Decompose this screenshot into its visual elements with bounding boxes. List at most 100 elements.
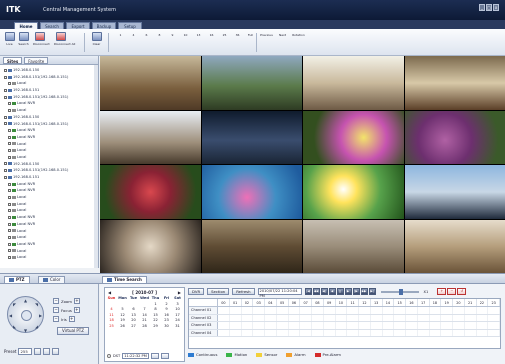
speed-slider-handle[interactable] — [398, 288, 403, 295]
timeline-hour-cell[interactable] — [453, 329, 465, 336]
tab-favorite[interactable]: Favorite — [24, 57, 49, 64]
tree-item[interactable]: Local — [3, 228, 95, 235]
timeline-hour-cell[interactable] — [336, 329, 348, 336]
tab-backup[interactable]: Backup — [92, 22, 116, 29]
layout-button[interactable]: 6 — [140, 32, 250, 97]
timeline-hour-cell[interactable] — [477, 307, 489, 314]
fast-forward-button[interactable]: ▶▶ — [360, 288, 368, 295]
expand-icon[interactable] — [8, 129, 11, 133]
timeline-hour-cell[interactable] — [230, 329, 242, 336]
timeline-hour-cell[interactable] — [359, 314, 371, 321]
expand-icon[interactable] — [4, 122, 7, 126]
timeline-hour-cell[interactable] — [324, 329, 336, 336]
close-button[interactable]: x — [493, 4, 499, 11]
timeline-hour-cell[interactable] — [477, 314, 489, 321]
tab-color[interactable]: Color — [38, 276, 66, 284]
layout-button[interactable]: 8 — [153, 32, 263, 97]
timeline-hour-cell[interactable] — [383, 307, 395, 314]
calendar-day[interactable]: 4 — [106, 307, 117, 311]
timeline-hour-cell[interactable] — [312, 307, 324, 314]
preset-go-button[interactable] — [34, 348, 42, 355]
calendar-day[interactable]: 16 — [161, 313, 172, 317]
layout-button[interactable]: 36 — [231, 32, 341, 97]
timeline-hour-cell[interactable] — [218, 322, 230, 329]
timeline-hour-cell[interactable] — [336, 322, 348, 329]
timeline-hour-cell[interactable] — [359, 322, 371, 329]
camera-view[interactable] — [100, 165, 201, 219]
search-button[interactable]: Search — [17, 32, 30, 53]
timeline-hour-cell[interactable] — [300, 329, 312, 336]
camera-view[interactable] — [404, 219, 505, 273]
arrow-down-right-icon[interactable]: ◢ — [35, 324, 38, 329]
timeline-hour-cell[interactable] — [430, 322, 442, 329]
tree-item[interactable]: 192.168.0.151 — [3, 87, 95, 94]
timeline-hour-cell[interactable] — [312, 322, 324, 329]
section-button[interactable]: Section — [207, 288, 230, 295]
camera-view[interactable] — [303, 56, 404, 110]
tree-item[interactable]: 192.168.0.151(192.168.0.151) — [3, 94, 95, 101]
tree-item[interactable]: 192.168.0.151(192.168.0.151) — [3, 121, 95, 128]
arrow-up-right-icon[interactable]: ◥ — [35, 302, 38, 307]
layout-button[interactable]: 13 — [192, 32, 302, 97]
calendar-day[interactable]: 20 — [128, 318, 139, 322]
search-datetime[interactable]: 2010/07/22 11:20:04 PM — [257, 288, 302, 298]
timeline-hour-cell[interactable] — [289, 314, 301, 321]
layout-button[interactable]: 1 — [114, 32, 224, 97]
disconnect-button[interactable]: Disconnect — [33, 32, 50, 53]
timeline-hour-cell[interactable] — [253, 322, 265, 329]
camera-view[interactable] — [100, 219, 201, 273]
timeline-hour-cell[interactable] — [465, 329, 477, 336]
preset-set-button[interactable] — [43, 348, 51, 355]
tree-item[interactable]: Local NVR — [3, 127, 95, 134]
tree-item[interactable]: Local — [3, 141, 95, 148]
calendar-day[interactable]: 21 — [139, 318, 150, 322]
timeline-hour-cell[interactable] — [359, 329, 371, 336]
expand-icon[interactable] — [8, 222, 11, 226]
calendar-day[interactable]: 7 — [139, 307, 150, 311]
timeline-hour-cell[interactable] — [418, 322, 430, 329]
calendar-day[interactable]: 15 — [150, 313, 161, 317]
previous-button[interactable]: Previous — [260, 32, 370, 97]
expand-icon[interactable] — [8, 135, 11, 139]
timeline-hour-cell[interactable] — [406, 314, 418, 321]
timeline-hour-cell[interactable] — [218, 307, 230, 314]
tree-item[interactable]: Local — [3, 234, 95, 241]
tree-item[interactable]: Local NVR — [3, 187, 95, 194]
camera-view[interactable] — [303, 110, 404, 164]
timeline-hour-cell[interactable] — [488, 307, 500, 314]
dst-checkbox[interactable] — [107, 354, 111, 358]
expand-icon[interactable] — [4, 162, 7, 166]
timeline-hour-cell[interactable] — [253, 307, 265, 314]
timeline-hour-cell[interactable] — [441, 322, 453, 329]
timeline-hour-cell[interactable] — [230, 322, 242, 329]
calendar-day[interactable]: 23 — [161, 318, 172, 322]
calendar-day[interactable]: 13 — [128, 313, 139, 317]
expand-icon[interactable] — [8, 82, 11, 86]
timeline-hour-cell[interactable] — [265, 322, 277, 329]
arrow-down-left-icon[interactable]: ◣ — [13, 324, 16, 329]
timeline-channel-row[interactable]: Channel 04 — [189, 329, 500, 337]
layout-button[interactable]: 9 — [166, 32, 276, 97]
clear-button[interactable]: Clear — [90, 32, 103, 53]
timeline-hour-cell[interactable] — [230, 307, 242, 314]
last-frame-button[interactable]: ▶| — [368, 288, 376, 295]
timeline-hour-cell[interactable] — [371, 307, 383, 314]
rewind-button[interactable]: ◀◀ — [312, 288, 320, 295]
tree-item[interactable]: 192.168.0.151(192.168.0.151) — [3, 74, 95, 81]
timeline-hour-cell[interactable] — [488, 314, 500, 321]
timeline-hour-cell[interactable] — [441, 307, 453, 314]
timeline-hour-cell[interactable] — [441, 314, 453, 321]
dvr-button[interactable]: DVR — [188, 288, 205, 295]
expand-icon[interactable] — [8, 215, 11, 219]
timeline-hour-cell[interactable] — [418, 329, 430, 336]
timeline-hour-cell[interactable] — [265, 329, 277, 336]
step-forward-button[interactable]: |▶ — [352, 288, 360, 295]
timeline-hour-cell[interactable] — [465, 322, 477, 329]
timeline-hour-cell[interactable] — [430, 314, 442, 321]
expand-icon[interactable] — [8, 249, 11, 253]
camera-view[interactable] — [100, 56, 201, 110]
camera-view[interactable] — [303, 219, 404, 273]
arrow-down-icon[interactable]: ▼ — [24, 328, 27, 333]
timeline-hour-cell[interactable] — [277, 322, 289, 329]
speed-slider[interactable] — [380, 288, 419, 295]
